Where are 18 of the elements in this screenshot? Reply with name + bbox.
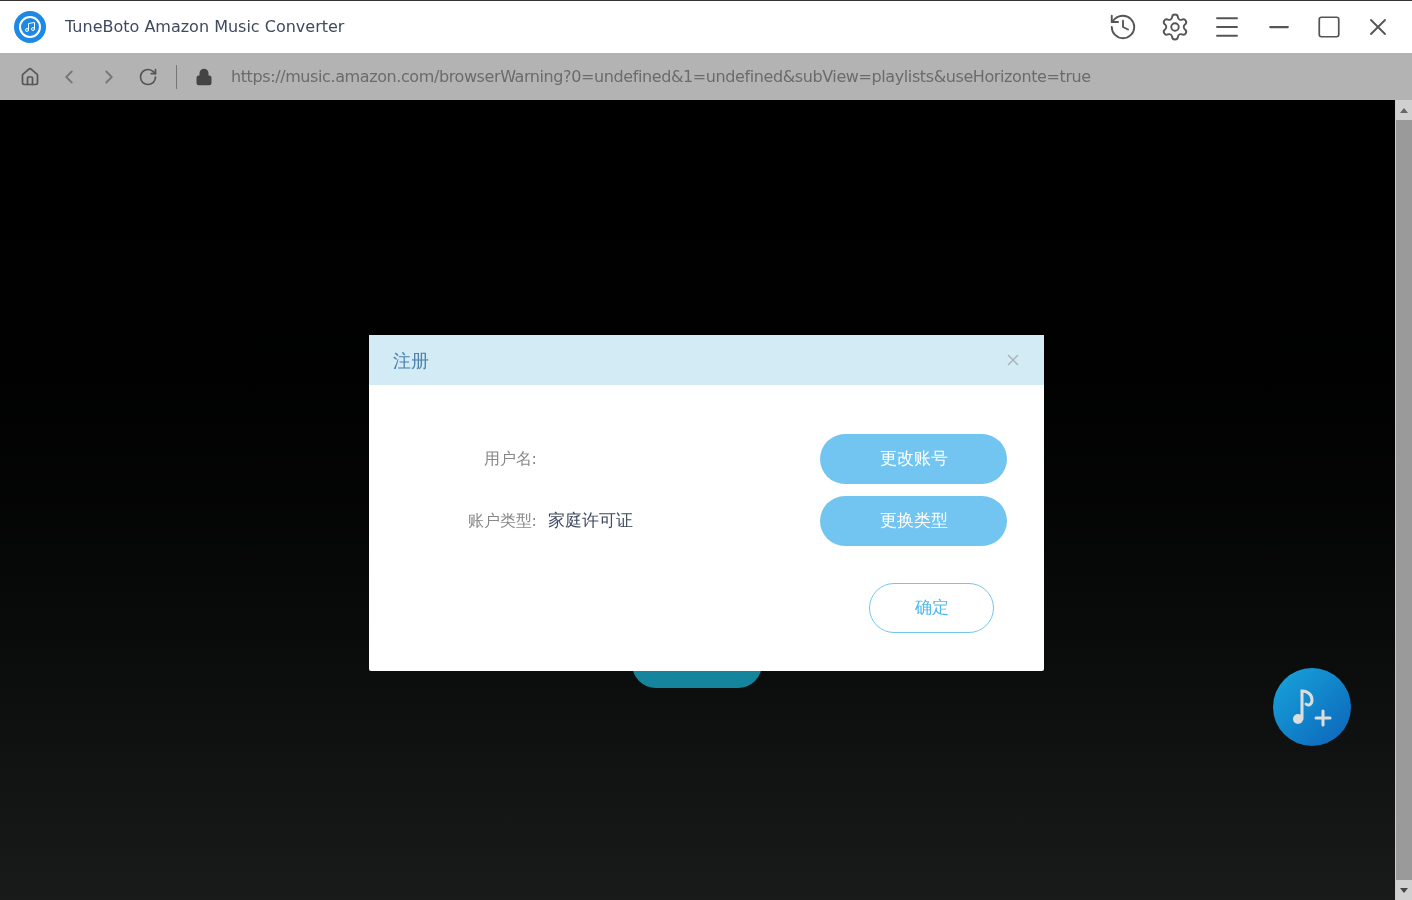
dialog-title: 注册	[393, 348, 429, 373]
field-label: 账户类型:	[466, 510, 537, 532]
lock-icon	[195, 67, 213, 86]
scroll-up-icon[interactable]	[1396, 100, 1412, 120]
reload-icon[interactable]	[138, 66, 158, 87]
confirm-button[interactable]: 确定	[869, 583, 994, 633]
field-value: 家庭许可证	[548, 509, 633, 533]
app-logo-icon	[14, 11, 46, 43]
window-title: TuneBoto Amazon Music Converter	[65, 16, 345, 38]
home-icon[interactable]	[20, 66, 40, 87]
field-label: 用户名:	[482, 448, 537, 470]
action-button[interactable]: 更换类型	[820, 496, 1007, 546]
scroll-down-icon[interactable]	[1396, 880, 1412, 900]
settings-icon[interactable]	[1160, 12, 1190, 42]
maximize-icon[interactable]	[1316, 14, 1342, 40]
url-text[interactable]: https://music.amazon.com/browserWarning?0=undefined&1=undefined&subView=playlists&useHorizonte=true	[231, 64, 1091, 89]
action-button[interactable]: 更改账号	[820, 434, 1007, 484]
history-icon[interactable]	[1108, 12, 1138, 42]
